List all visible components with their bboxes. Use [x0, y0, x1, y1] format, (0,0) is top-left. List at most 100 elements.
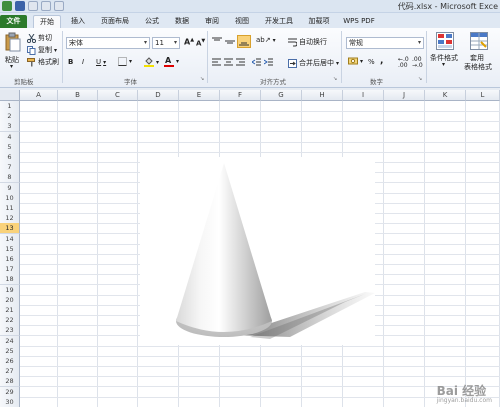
grow-font-button[interactable]: A▲: [184, 37, 194, 47]
copy-dropdown-icon[interactable]: ▾: [54, 47, 57, 54]
brush-icon: [27, 57, 35, 66]
redo-icon[interactable]: [41, 1, 51, 11]
number-format-select[interactable]: 常规 ▾: [346, 37, 424, 49]
borders-button[interactable]: ▾: [118, 57, 132, 66]
align-top-button[interactable]: [212, 37, 222, 46]
column-header-h[interactable]: H: [302, 90, 343, 101]
conditional-format-button[interactable]: 条件格式 ▾: [430, 32, 460, 76]
paste-dropdown-icon[interactable]: ▾: [10, 63, 13, 70]
currency-icon: [348, 57, 358, 65]
align-middle-icon: [225, 40, 235, 44]
chevron-down-icon: ▾: [272, 36, 276, 44]
chevron-down-icon: ▾: [360, 58, 364, 65]
bold-button[interactable]: B: [68, 58, 73, 66]
quick-access-toolbar: [2, 1, 64, 11]
table-format-label-2: 表格格式: [464, 63, 492, 71]
row-gridline: [20, 386, 500, 388]
merge-cells-icon: [288, 58, 297, 68]
wrap-text-button[interactable]: 自动换行: [288, 37, 327, 47]
row-gridline: [20, 151, 500, 153]
tab-view[interactable]: 视图: [230, 15, 254, 28]
column-header-f[interactable]: F: [220, 90, 261, 101]
increase-indent-button[interactable]: [264, 58, 273, 67]
align-right-button[interactable]: [236, 58, 245, 67]
cone-picture[interactable]: [140, 157, 375, 345]
decrease-decimal-button[interactable]: .00 →.0: [412, 57, 423, 69]
grow-font-icon: A▲: [184, 37, 195, 47]
percent-button[interactable]: %: [368, 58, 375, 66]
row-header-30[interactable]: 30: [0, 396, 20, 407]
shrink-font-button[interactable]: A▼: [196, 38, 205, 47]
tab-review[interactable]: 审阅: [200, 15, 224, 28]
tab-developer[interactable]: 开发工具: [260, 15, 298, 28]
tab-wps-pdf[interactable]: WPS PDF: [340, 15, 378, 28]
column-header-c[interactable]: C: [98, 90, 138, 101]
group-divider: [426, 31, 427, 83]
copy-button[interactable]: 复制 ▾: [27, 45, 57, 55]
column-header-a[interactable]: A: [20, 90, 58, 101]
format-as-table-button[interactable]: 套用 表格格式: [464, 32, 500, 76]
tab-file[interactable]: 文件: [0, 15, 27, 28]
italic-button[interactable]: I: [82, 58, 84, 66]
text-orientation-icon: ab↗: [256, 36, 271, 44]
chevron-down-icon: ▾: [417, 39, 421, 46]
orientation-button[interactable]: ab↗ ▾: [256, 36, 276, 44]
number-group-label: 数字: [370, 78, 383, 86]
column-header-g[interactable]: G: [261, 90, 302, 101]
window-title: 代码.xlsx - Microsoft Exce: [397, 2, 498, 11]
font-size-select[interactable]: 11 ▾: [152, 37, 180, 49]
column-header-i[interactable]: I: [343, 90, 384, 101]
format-painter-button[interactable]: 格式刷: [27, 57, 59, 67]
font-group-label: 字体: [124, 78, 137, 86]
number-dialog-launcher-icon[interactable]: ↘: [418, 76, 422, 82]
merge-center-button[interactable]: 合并后居中 ▾: [288, 58, 339, 68]
column-header-e[interactable]: E: [179, 90, 220, 101]
chevron-down-icon: ▾: [336, 59, 340, 67]
select-all-corner[interactable]: [0, 90, 20, 101]
comma-label: ,: [380, 56, 384, 66]
tab-insert[interactable]: 插入: [66, 15, 90, 28]
align-bottom-button[interactable]: [237, 35, 251, 48]
paste-button[interactable]: 粘贴 ▾: [3, 32, 23, 70]
column-header-d[interactable]: D: [138, 90, 179, 101]
tab-addins[interactable]: 加载项: [304, 15, 334, 28]
group-divider: [62, 31, 63, 83]
watermark-logo: Bai 经验 jingyan.baidu.com: [437, 382, 492, 404]
row-gridline: [20, 121, 500, 123]
underline-button[interactable]: U ▾: [96, 58, 106, 66]
chevron-down-icon: ▾: [173, 39, 177, 46]
align-center-button[interactable]: [224, 58, 233, 67]
tab-data[interactable]: 数据: [170, 15, 194, 28]
alignment-dialog-launcher-icon[interactable]: ↘: [333, 76, 337, 82]
fill-color-button[interactable]: ▾: [144, 57, 159, 67]
column-header-l[interactable]: L: [466, 90, 500, 101]
conditional-format-icon: [436, 32, 454, 50]
currency-button[interactable]: ▾: [348, 57, 363, 66]
wrap-text-label: 自动换行: [299, 38, 327, 46]
column-header-k[interactable]: K: [425, 90, 466, 101]
increase-decimal-button[interactable]: ←.0.00: [398, 57, 409, 69]
increase-decimal-icon: ←.0.00: [398, 56, 409, 69]
font-dialog-launcher-icon[interactable]: ↘: [200, 76, 204, 82]
tab-page-layout[interactable]: 页面布局: [96, 15, 134, 28]
ribbon-tabs: 文件 开始 插入 页面布局 公式 数据 审阅 视图 开发工具 加载项 WPS P…: [0, 13, 500, 28]
align-middle-button[interactable]: [225, 37, 235, 46]
worksheet-grid[interactable]: ABCDEFGHIJKL 1 2 3 4 5 6 7 8 9 10 11 12 13 14 15 16 17 18…: [0, 90, 500, 407]
comma-style-button[interactable]: ,: [380, 56, 383, 66]
scissors-icon: [27, 33, 36, 43]
row-gridline: [20, 376, 500, 378]
tab-formulas[interactable]: 公式: [140, 15, 164, 28]
column-header-b[interactable]: B: [58, 90, 98, 101]
chevron-down-icon: ▾: [156, 58, 160, 66]
align-left-button[interactable]: [212, 58, 221, 67]
font-name-select[interactable]: 宋体 ▾: [66, 37, 150, 49]
save-icon[interactable]: [15, 1, 25, 11]
font-color-button[interactable]: A ▾: [164, 56, 179, 67]
decrease-indent-button[interactable]: [252, 58, 261, 67]
format-painter-label: 格式刷: [38, 58, 59, 66]
undo-icon[interactable]: [28, 1, 38, 11]
tab-home[interactable]: 开始: [33, 15, 61, 28]
column-header-j[interactable]: J: [384, 90, 425, 101]
print-preview-icon[interactable]: [54, 1, 64, 11]
cut-button[interactable]: 剪切: [27, 33, 52, 43]
